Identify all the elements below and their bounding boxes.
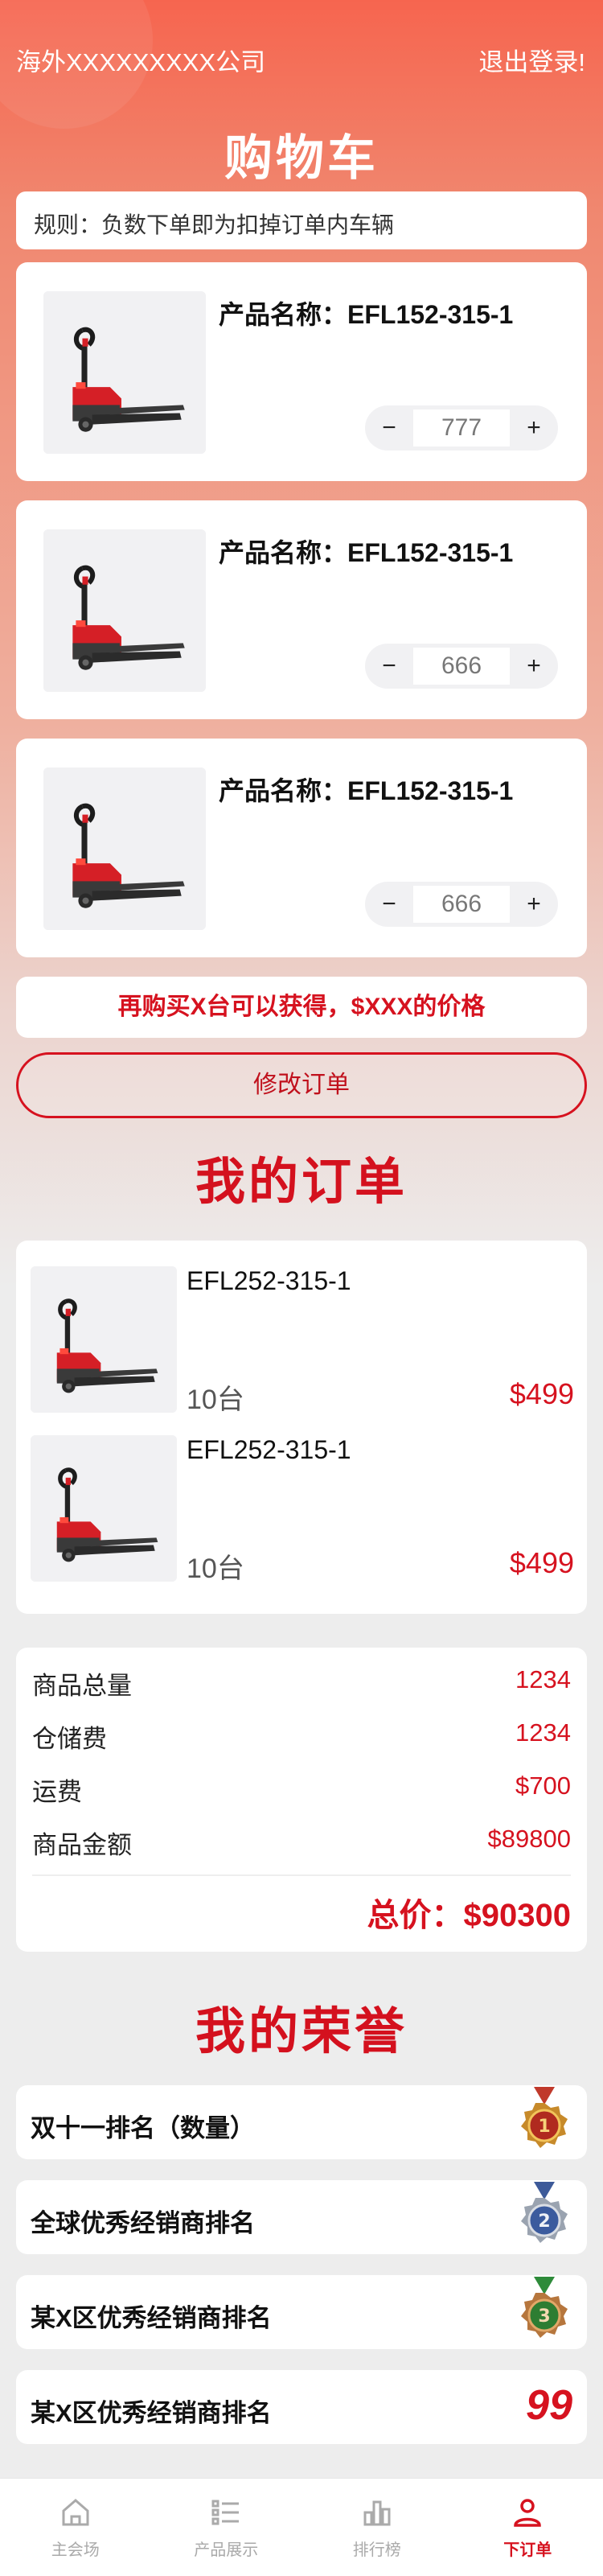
order-product-name: EFL252-315-1 [187,1435,351,1464]
logout-button[interactable]: 退出登录! [478,42,585,78]
honor-label: 双十一排名（数量） [31,2114,255,2142]
top-bar: 海外XXXXXXXXX公司 退出登录! [0,0,603,113]
summary-row: 商品总量 1234 [32,1665,571,1700]
product-image [43,767,206,930]
order-price: $499 [509,1546,574,1579]
user-icon [514,2499,542,2527]
summary-value: $700 [515,1772,571,1800]
summary-value: $89800 [487,1825,571,1853]
summary-value: 1234 [515,1665,571,1693]
orders-title: 我的订单 [195,1154,408,1210]
decrement-button[interactable]: − [365,652,413,680]
product-name: 产品名称：EFL152-315-1 [219,300,514,329]
decrement-button[interactable]: − [365,891,413,918]
quantity-input[interactable]: 666 [413,648,510,685]
increment-button[interactable]: + [510,652,558,680]
quantity-stepper: − 666 + [365,644,558,689]
order-item[interactable]: EFL252-315-1 10台 $499 [16,1241,587,1415]
orders-list: EFL252-315-1 10台 $499 EFL252-315-1 10台 $… [16,1241,587,1614]
bottom-tab-bar: 主会场 产品展示 排行榜 下订单 [0,2478,603,2576]
rank-number: 99 [526,2382,572,2429]
divider [32,1874,571,1876]
medal-rank: 2 [538,2212,550,2232]
order-product-name: EFL252-315-1 [187,1266,351,1295]
summary-row: 商品金额 $89800 [32,1825,571,1859]
tab-label: 产品展示 [194,2541,259,2559]
quantity-stepper: − 666 + [365,882,558,927]
tab-order[interactable]: 下订单 [453,2479,603,2576]
honor-label: 某X区优秀经销商排名 [31,2399,272,2427]
summary-row: 仓储费 1234 [32,1718,571,1753]
bronze-medal-icon: 3 [521,2277,568,2338]
quantity-input[interactable]: 666 [413,886,510,923]
promo-banner: 再购买X台可以获得，$XXX的价格 [16,977,587,1038]
summary-label: 商品总量 [32,1672,132,1700]
bar-chart-icon [363,2500,391,2526]
product-image [31,1435,177,1582]
product-image [43,529,206,692]
honor-row[interactable]: 某X区优秀经销商排名 3 [16,2275,587,2349]
tab-label: 排行榜 [352,2541,401,2559]
pallet-truck-icon [43,529,206,692]
summary-row: 运费 $700 [32,1772,571,1806]
tab-products[interactable]: 产品展示 [151,2479,302,2576]
order-item[interactable]: EFL252-315-1 10台 $499 [16,1409,587,1584]
cart-item: 产品名称：EFL152-315-1 − 666 + [16,500,587,719]
pallet-truck-icon [31,1435,177,1582]
product-name: 产品名称：EFL152-315-1 [219,538,514,567]
quantity-stepper: − 777 + [365,405,558,451]
increment-button[interactable]: + [510,891,558,918]
rules-notice: 规则：负数下单即为扣掉订单内车辆 [16,191,587,249]
honor-row[interactable]: 双十一排名（数量） 1 [16,2085,587,2159]
tab-home[interactable]: 主会场 [0,2479,151,2576]
silver-medal-icon: 2 [521,2182,568,2243]
product-image [43,291,206,454]
honor-label: 某X区优秀经销商排名 [31,2304,272,2332]
honors-title: 我的荣誉 [195,2004,408,2060]
summary-label: 商品金额 [32,1831,132,1859]
tab-label: 下订单 [503,2541,552,2559]
medal-rank: 1 [538,2117,550,2137]
total-price: 总价：$90300 [367,1898,571,1933]
cart-item: 产品名称：EFL152-315-1 − 666 + [16,739,587,957]
product-name: 产品名称：EFL152-315-1 [219,776,514,805]
list-icon [211,2500,240,2525]
summary-label: 仓储费 [32,1725,107,1753]
cart-item: 产品名称：EFL152-315-1 − 777 + [16,262,587,481]
order-summary: 商品总量 1234 仓储费 1234 运费 $700 商品金额 $89800 总… [16,1648,587,1952]
home-icon [62,2499,89,2526]
medal-rank: 3 [538,2306,550,2327]
quantity-input[interactable]: 777 [413,409,510,446]
summary-value: 1234 [515,1718,571,1747]
increment-button[interactable]: + [510,414,558,442]
gold-medal-icon: 1 [521,2087,568,2148]
order-quantity: 10台 [187,1553,244,1584]
order-price: $499 [509,1377,574,1410]
honor-label: 全球优秀经销商排名 [31,2209,255,2237]
pallet-truck-icon [31,1266,177,1413]
tab-label: 主会场 [51,2541,100,2559]
decrement-button[interactable]: − [365,414,413,442]
pallet-truck-icon [43,291,206,454]
summary-label: 运费 [32,1778,82,1806]
pallet-truck-icon [43,767,206,930]
page-title: 购物车 [224,131,379,185]
tab-ranking[interactable]: 排行榜 [302,2479,453,2576]
company-name: 海外XXXXXXXXX公司 [16,48,266,76]
edit-order-button[interactable]: 修改订单 [16,1052,587,1118]
product-image [31,1266,177,1413]
honor-row[interactable]: 全球优秀经销商排名 2 [16,2180,587,2254]
honor-row[interactable]: 某X区优秀经销商排名 99 [16,2370,587,2444]
